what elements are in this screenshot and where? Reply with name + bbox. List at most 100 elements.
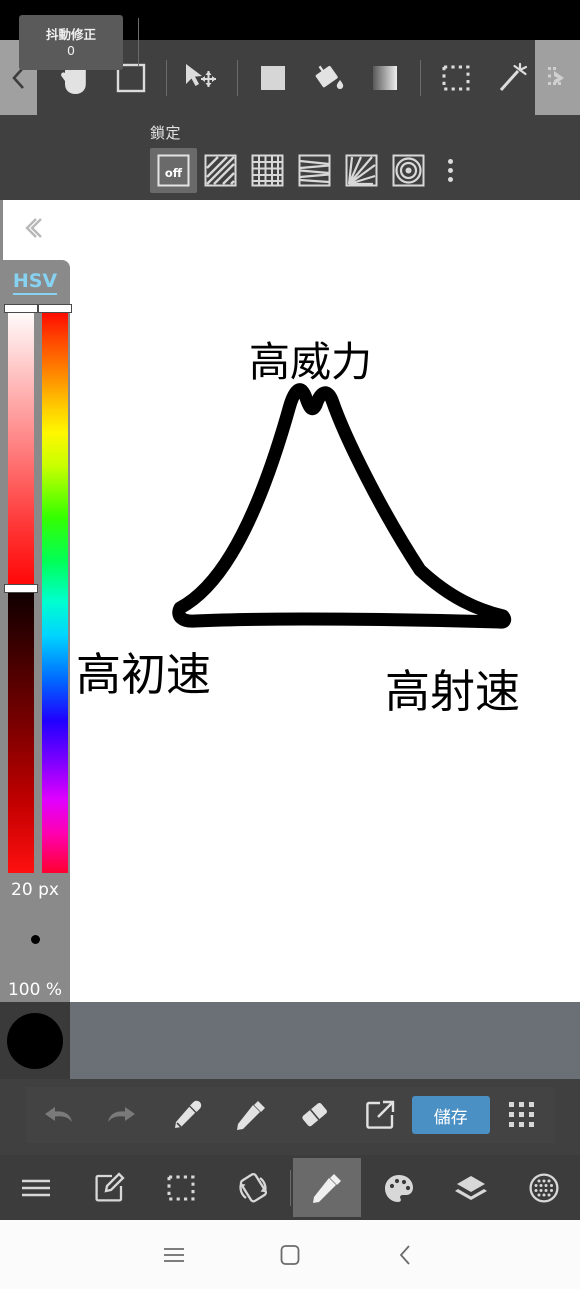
ruler-off-button[interactable]: off	[150, 148, 197, 193]
selection-tool[interactable]	[428, 47, 484, 109]
options-divider	[138, 18, 139, 66]
pencil-icon	[312, 1173, 341, 1203]
android-spacer	[464, 1220, 580, 1289]
gradient-tool[interactable]	[357, 47, 413, 109]
kebab-dot	[447, 168, 453, 173]
undo-button[interactable]	[26, 1087, 90, 1143]
filled-square-icon	[261, 65, 285, 90]
rounded-square-icon	[280, 1244, 300, 1265]
drawing-canvas[interactable]: 高威力 高初速 高射速	[0, 200, 580, 1002]
toolbar-divider	[420, 59, 421, 96]
rotate-icon	[239, 1172, 268, 1202]
hamburger-menu-icon	[22, 1179, 51, 1196]
ruler-concentric-button[interactable]	[385, 148, 432, 193]
eyedropper-icon	[174, 1100, 201, 1128]
grid-icon	[251, 154, 284, 187]
export-button[interactable]	[347, 1087, 411, 1143]
eraser-icon	[302, 1102, 328, 1127]
toolbar-divider	[166, 59, 167, 96]
android-home-button[interactable]	[232, 1220, 348, 1289]
android-spacer	[0, 1220, 116, 1289]
stabilizer-button[interactable]: 抖動修正 0	[19, 15, 123, 70]
magic-wand-icon	[499, 62, 528, 91]
off-text-icon: off	[157, 154, 190, 187]
save-button[interactable]: 儲存	[411, 1096, 490, 1134]
app-bottom-nav	[0, 1155, 580, 1220]
saturation-track	[8, 308, 34, 593]
fill-color-tool[interactable]	[245, 47, 301, 109]
gradient-square-icon	[373, 65, 397, 90]
horizontal-lines-icon	[298, 154, 331, 187]
paint-bucket-icon	[315, 65, 344, 89]
nine-dots-grid-icon	[508, 1102, 535, 1128]
bucket-tool[interactable]	[301, 47, 357, 109]
canvas-artwork	[172, 383, 512, 629]
hsv-color-panel: HSV 20 px 100 %	[0, 260, 72, 1002]
kebab-dot	[447, 177, 453, 182]
nav-select-button[interactable]	[145, 1155, 217, 1220]
workspace-background	[0, 1002, 580, 1079]
artwork-label-top: 高威力	[249, 338, 372, 386]
dotted-circle-icon	[529, 1172, 559, 1203]
saturation-thumb[interactable]	[4, 304, 38, 313]
ruler-parallel-button[interactable]	[197, 148, 244, 193]
dotted-arrow-right-icon	[547, 66, 564, 85]
hue-track	[42, 308, 68, 873]
hamburger-menu-icon	[164, 1247, 184, 1262]
nav-texture-button[interactable]	[508, 1155, 580, 1220]
nav-menu-button[interactable]	[0, 1155, 72, 1220]
current-color-panel	[0, 1002, 70, 1079]
nav-palette-button[interactable]	[363, 1155, 435, 1220]
android-recents-button[interactable]	[116, 1220, 232, 1289]
value-slider[interactable]	[4, 584, 38, 873]
panel-collapse-button[interactable]	[18, 212, 46, 244]
android-back-button[interactable]	[348, 1220, 464, 1289]
lock-overflow-menu-button[interactable]	[432, 148, 468, 193]
ruler-grid-button[interactable]	[244, 148, 291, 193]
nav-rotate-button[interactable]	[217, 1155, 289, 1220]
magic-wand-tool[interactable]	[484, 47, 535, 109]
transform-tool[interactable]	[174, 47, 230, 109]
hue-slider[interactable]	[38, 304, 72, 873]
chevron-double-left-icon	[25, 218, 42, 238]
brush-opacity-value[interactable]: 100 %	[0, 980, 70, 1000]
artwork-label-left: 高初速	[76, 648, 212, 701]
parallel-lines-icon	[204, 154, 237, 187]
hue-thumb[interactable]	[38, 304, 72, 313]
eraser-button[interactable]	[283, 1087, 347, 1143]
saturation-slider[interactable]	[4, 304, 38, 593]
value-thumb[interactable]	[4, 584, 38, 593]
stabilizer-label: 抖動修正	[45, 26, 96, 42]
eyedropper-button[interactable]	[155, 1087, 219, 1143]
nav-edit-button[interactable]	[72, 1155, 144, 1220]
kebab-dot	[447, 159, 453, 164]
ruler-horizontal-button[interactable]	[291, 148, 338, 193]
toolbar-divider	[237, 59, 238, 96]
lock-ruler-row: off	[150, 148, 468, 193]
value-track	[8, 588, 34, 873]
layers-icon	[455, 1175, 488, 1200]
redo-arrow-icon	[108, 1107, 136, 1122]
redo-button[interactable]	[90, 1087, 154, 1143]
cursor-move-icon	[186, 63, 216, 87]
hsv-tab-label: HSV	[12, 270, 58, 295]
pen-button[interactable]	[219, 1087, 283, 1143]
hsv-tab-button[interactable]: HSV	[0, 260, 70, 304]
brush-size-value[interactable]: 20 px	[0, 880, 70, 900]
toolbar-scroll-right-button[interactable]	[535, 40, 580, 115]
concentric-circles-icon	[392, 154, 425, 187]
android-navigation-bar	[0, 1220, 580, 1289]
nav-layers-button[interactable]	[435, 1155, 507, 1220]
stabilizer-value: 0	[67, 42, 75, 58]
more-tools-button[interactable]	[490, 1087, 554, 1143]
ruler-vanishing-point-button[interactable]	[338, 148, 385, 193]
svg-text:off: off	[165, 166, 183, 180]
radial-lines-icon	[345, 154, 378, 187]
share-export-icon	[365, 1100, 394, 1129]
save-button-wrapper: 儲存	[411, 1087, 490, 1143]
current-color-swatch[interactable]	[7, 1012, 63, 1069]
nav-brush-button[interactable]	[291, 1155, 363, 1220]
brush-preview-dot	[31, 935, 40, 944]
edit-square-icon	[95, 1171, 125, 1202]
chevron-left-icon	[399, 1244, 410, 1265]
